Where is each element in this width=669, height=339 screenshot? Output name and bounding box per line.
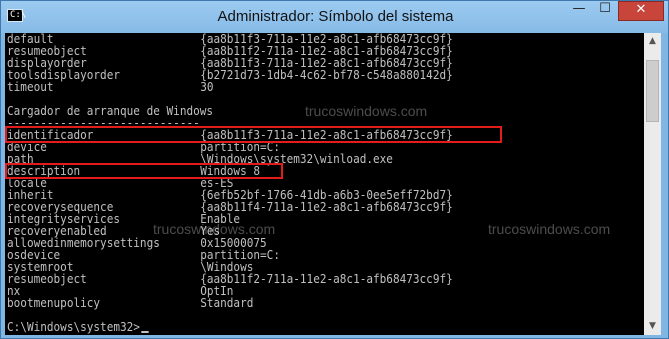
text-cursor xyxy=(140,331,149,333)
command-prompt[interactable]: C:\Windows\system32> xyxy=(7,320,149,334)
minimize-button[interactable]: — xyxy=(566,1,592,21)
title-bar[interactable]: C:\ Administrador: Símbolo del sistema —… xyxy=(1,1,668,33)
prompt-text: C:\Windows\system32> xyxy=(7,320,140,334)
scrollbar-thumb[interactable] xyxy=(646,60,659,122)
vertical-scrollbar[interactable]: ▲ ▼ xyxy=(644,33,661,335)
maximize-button[interactable]: ☐ xyxy=(592,1,618,21)
scroll-down-arrow-icon[interactable]: ▼ xyxy=(644,318,661,335)
scroll-up-arrow-icon[interactable]: ▲ xyxy=(644,33,661,50)
entry-value: {b2721d73-1db4-4c62-bf78-c548a880142d} xyxy=(200,68,453,82)
entry-value: 30 xyxy=(200,80,214,94)
highlight-description-box xyxy=(5,163,283,179)
watermark-text: trucoswindows.com xyxy=(305,103,428,119)
entry-value: Standard xyxy=(200,296,254,310)
entry-key: bootmenupolicy xyxy=(7,296,101,310)
command-prompt-window: C:\ Administrador: Símbolo del sistema —… xyxy=(0,0,669,339)
watermark-text: trucoswindows.com xyxy=(153,221,276,237)
entry-key: timeout xyxy=(7,80,54,94)
close-button[interactable]: ✕ xyxy=(618,1,664,21)
console-output[interactable]: default {aa8b11f3-711a-11e2-a8c1-afb68473… xyxy=(5,33,644,335)
highlight-identificador-box xyxy=(5,126,502,143)
watermark-text: trucoswindows.com xyxy=(488,221,611,237)
entry-value: {aa8b11f2-711a-11e2-a8c1-afb68473cc9f} xyxy=(200,272,453,286)
